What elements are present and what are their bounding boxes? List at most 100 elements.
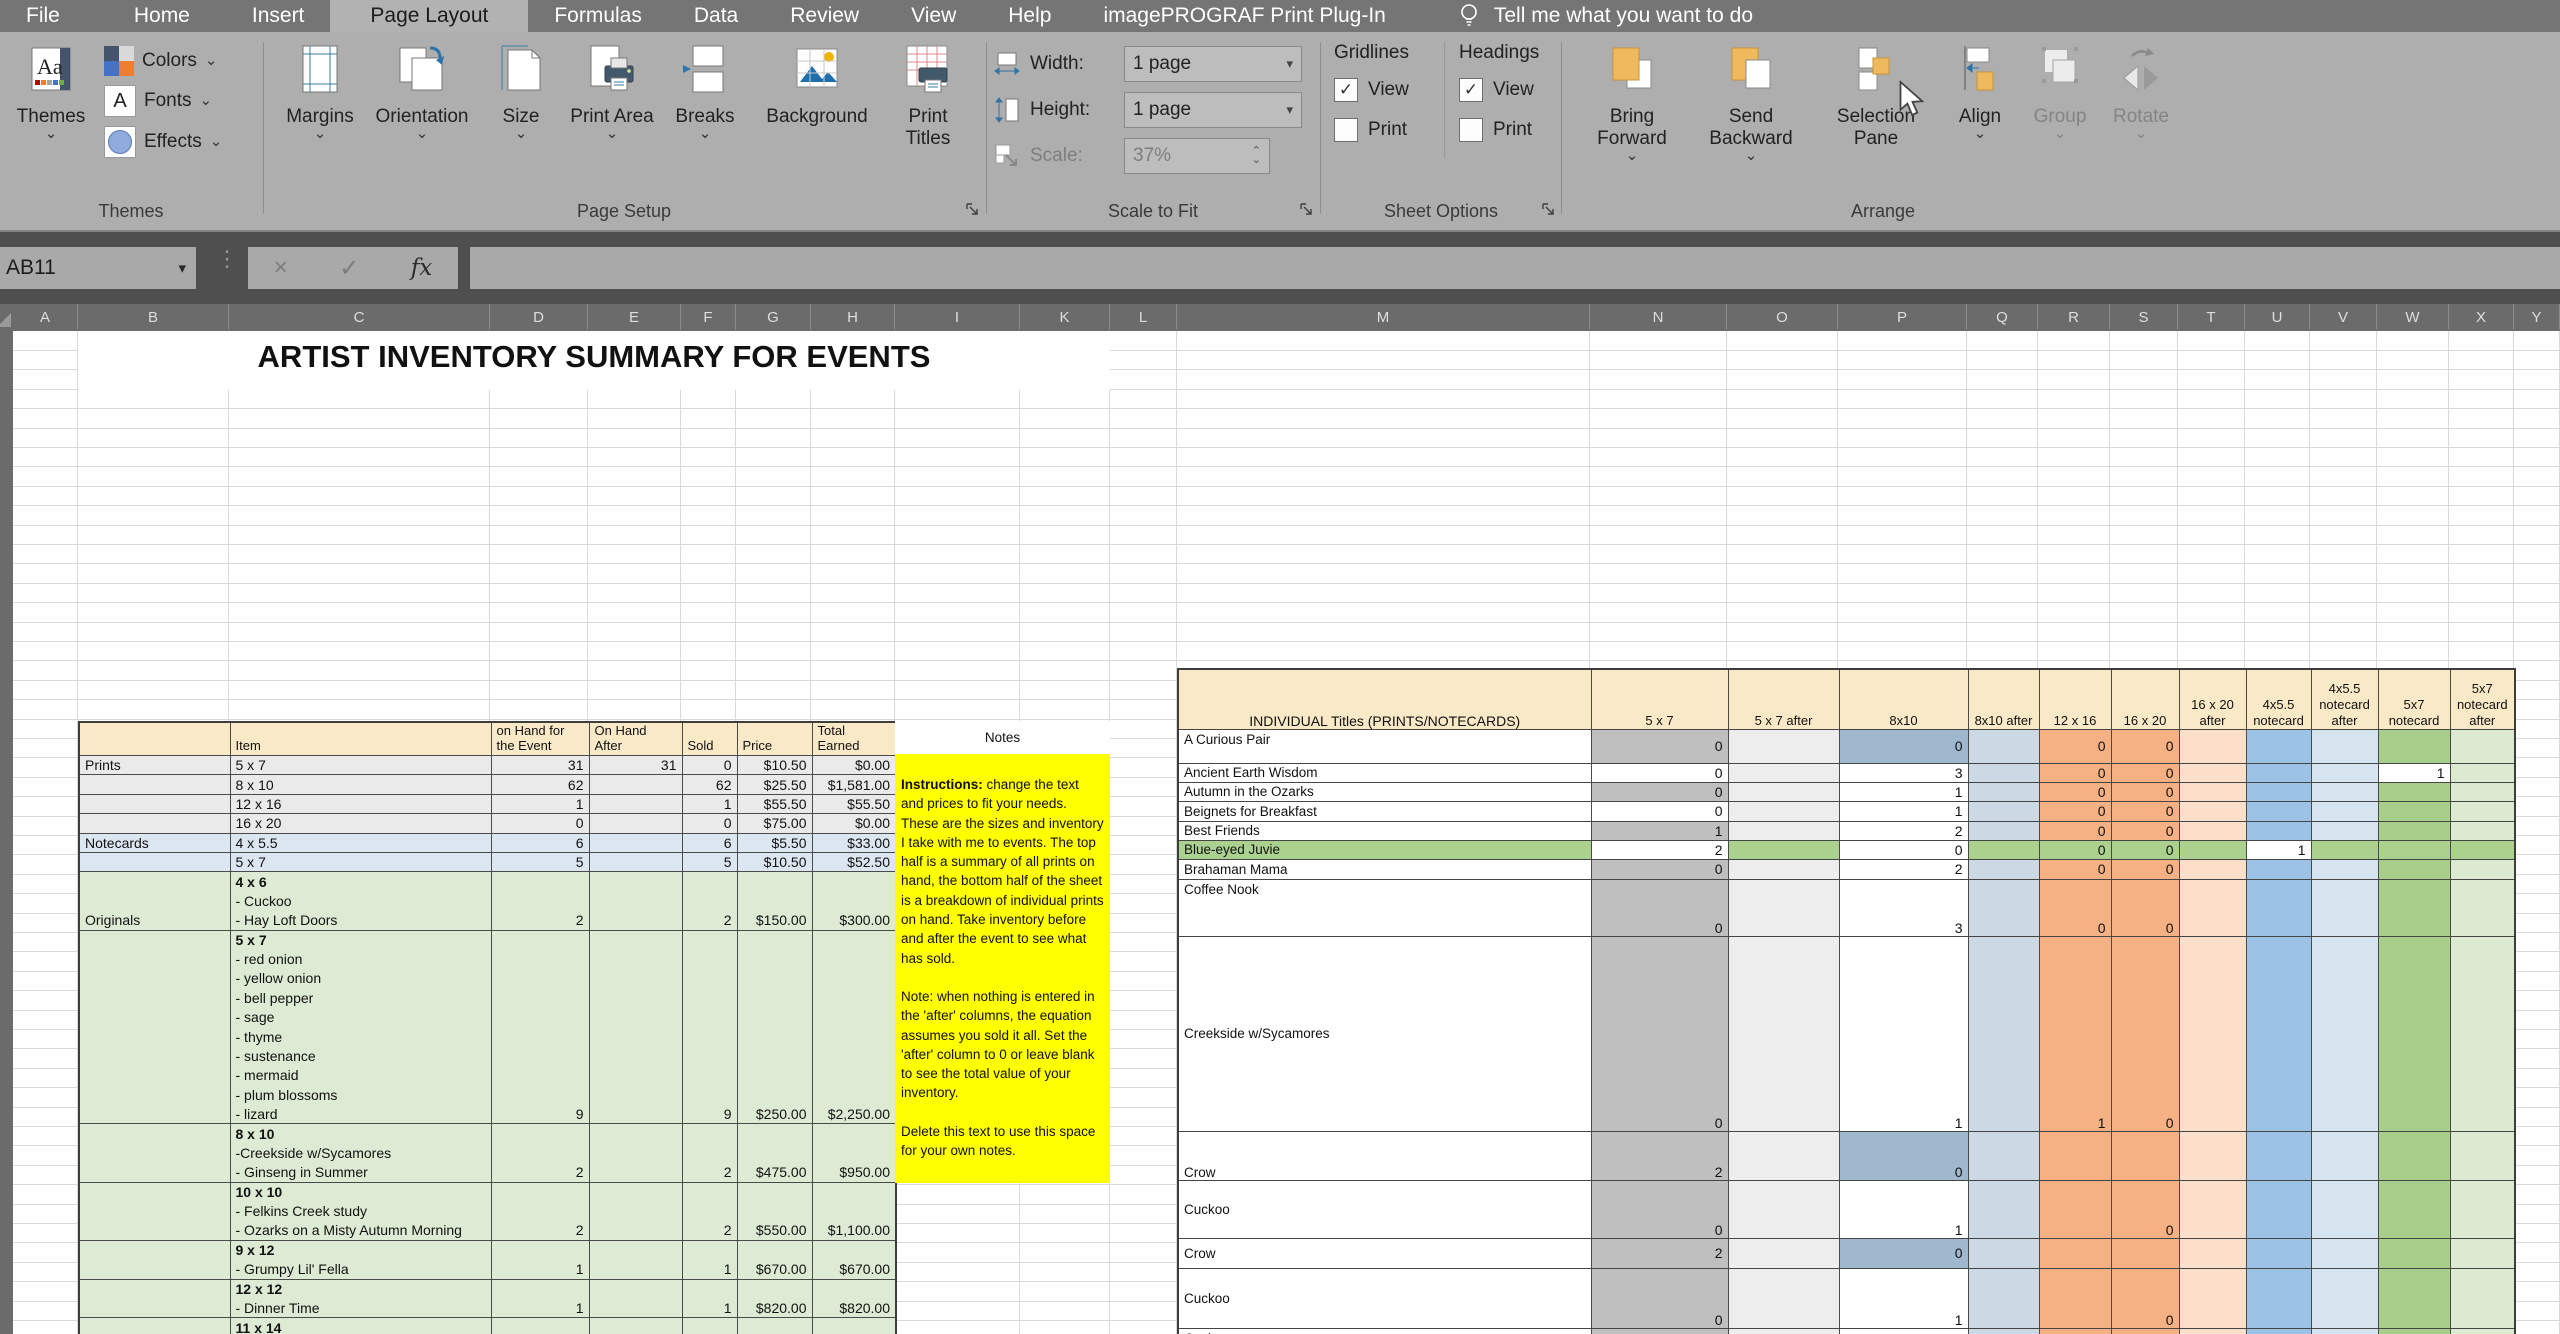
count-cell[interactable] xyxy=(2246,1268,2311,1328)
count-cell[interactable] xyxy=(2179,1131,2246,1180)
count-cell[interactable]: 0 xyxy=(1591,879,1728,936)
item-label[interactable]: - lizard xyxy=(230,1105,491,1124)
earned-value[interactable]: $2,250.00 xyxy=(812,1105,896,1124)
column-header-W[interactable]: W xyxy=(2377,304,2449,330)
formula-input[interactable] xyxy=(470,247,2560,289)
sold-value[interactable] xyxy=(682,1124,737,1143)
margins-button[interactable]: Margins⌄ xyxy=(274,44,366,140)
earned-value[interactable] xyxy=(812,1046,896,1065)
headings-print-checkbox[interactable]: Print xyxy=(1459,118,1559,142)
price-value[interactable] xyxy=(737,1008,812,1027)
column-header-X[interactable]: X xyxy=(2449,304,2514,330)
after-value[interactable] xyxy=(589,1085,682,1104)
item-label[interactable]: - Dinner Time xyxy=(230,1298,491,1317)
price-value[interactable] xyxy=(737,969,812,988)
count-cell[interactable] xyxy=(2450,1238,2515,1268)
tab-data[interactable]: Data xyxy=(668,0,764,32)
category-label[interactable]: Prints xyxy=(79,756,230,775)
count-cell[interactable] xyxy=(1728,1180,1839,1238)
earned-value[interactable] xyxy=(812,1008,896,1027)
count-cell[interactable]: 1 xyxy=(2246,840,2311,859)
count-cell[interactable] xyxy=(2311,763,2378,782)
count-cell[interactable] xyxy=(1968,801,2039,821)
count-cell[interactable]: 0 xyxy=(2039,821,2111,840)
earned-value[interactable]: $820.00 xyxy=(812,1298,896,1317)
count-cell[interactable] xyxy=(2378,859,2450,879)
item-label[interactable]: 11 x 14 xyxy=(230,1318,491,1334)
tab-insert[interactable]: Insert xyxy=(226,0,331,32)
column-header-G[interactable]: G xyxy=(736,304,811,330)
category-label[interactable] xyxy=(79,814,230,833)
colors-button[interactable]: Colors⌄ xyxy=(104,46,222,76)
price-value[interactable] xyxy=(737,1124,812,1143)
count-cell[interactable] xyxy=(2378,1238,2450,1268)
count-cell[interactable] xyxy=(2311,1268,2378,1328)
category-label[interactable] xyxy=(79,775,230,794)
count-cell[interactable] xyxy=(2246,729,2311,763)
print-area-button[interactable]: Print Area⌄ xyxy=(564,44,660,140)
sold-value[interactable] xyxy=(682,1182,737,1201)
item-label[interactable]: - plum blossoms xyxy=(230,1085,491,1104)
sold-value[interactable] xyxy=(682,1046,737,1065)
count-cell[interactable] xyxy=(1968,1328,2039,1334)
item-label[interactable]: 5 x 7 xyxy=(230,756,491,775)
count-cell[interactable] xyxy=(2179,1238,2246,1268)
price-value[interactable] xyxy=(737,1201,812,1220)
item-label[interactable]: - sage xyxy=(230,1008,491,1027)
earned-value[interactable] xyxy=(812,1124,896,1143)
on-hand-value[interactable] xyxy=(491,1201,589,1220)
earned-value[interactable] xyxy=(812,1085,896,1104)
column-header-Q[interactable]: Q xyxy=(1967,304,2038,330)
earned-value[interactable] xyxy=(812,969,896,988)
after-value[interactable] xyxy=(589,930,682,949)
item-label[interactable]: 8 x 10 xyxy=(230,1124,491,1143)
earned-value[interactable] xyxy=(812,891,896,910)
count-cell[interactable] xyxy=(2450,1268,2515,1328)
earned-value[interactable] xyxy=(812,1201,896,1220)
sold-value[interactable] xyxy=(682,1201,737,1220)
after-value[interactable]: 31 xyxy=(589,756,682,775)
count-cell[interactable]: 0 xyxy=(2111,729,2179,763)
count-cell[interactable]: 0 xyxy=(2039,859,2111,879)
item-label[interactable]: -Creekside w/Sycamores xyxy=(230,1143,491,1162)
group-button[interactable]: Group⌄ xyxy=(2021,44,2099,140)
category-label[interactable] xyxy=(79,1298,230,1317)
height-combo[interactable]: Height: 1 page▾ xyxy=(994,92,1302,128)
send-backward-button[interactable]: Send Backward⌄ xyxy=(1689,44,1813,162)
count-cell[interactable] xyxy=(2311,936,2378,1131)
count-cell[interactable]: 0 xyxy=(2039,729,2111,763)
sold-value[interactable]: 5 xyxy=(682,852,737,871)
count-cell[interactable] xyxy=(2179,729,2246,763)
earned-value[interactable] xyxy=(812,1066,896,1085)
title-row-label[interactable]: Beignets for Breakfast xyxy=(1178,801,1591,821)
count-cell[interactable] xyxy=(2450,729,2515,763)
category-label[interactable] xyxy=(79,1046,230,1065)
on-hand-value[interactable] xyxy=(491,1124,589,1143)
column-header-A[interactable]: A xyxy=(13,304,78,330)
on-hand-value[interactable] xyxy=(491,1318,589,1334)
earned-value[interactable]: $0.00 xyxy=(812,814,896,833)
title-row-label[interactable]: Brahaman Mama xyxy=(1178,859,1591,879)
on-hand-value[interactable]: 2 xyxy=(491,1221,589,1240)
after-value[interactable] xyxy=(589,1008,682,1027)
after-value[interactable] xyxy=(589,911,682,930)
on-hand-value[interactable] xyxy=(491,1279,589,1298)
item-label[interactable]: - Grumpy Lil' Fella xyxy=(230,1260,491,1279)
sold-value[interactable] xyxy=(682,1027,737,1046)
column-header-S[interactable]: S xyxy=(2110,304,2178,330)
count-cell[interactable]: 0 xyxy=(2111,879,2179,936)
summary-header-0[interactable] xyxy=(79,722,230,756)
category-label[interactable] xyxy=(79,1163,230,1182)
count-cell[interactable] xyxy=(2039,1238,2111,1268)
earned-value[interactable] xyxy=(812,988,896,1007)
size-button[interactable]: Size⌄ xyxy=(480,44,562,140)
category-label[interactable]: Notecards xyxy=(79,833,230,852)
background-button[interactable]: Background xyxy=(750,44,884,128)
count-cell[interactable] xyxy=(2039,1268,2111,1328)
earned-value[interactable]: $1,100.00 xyxy=(812,1221,896,1240)
count-cell[interactable] xyxy=(1968,1238,2039,1268)
sold-value[interactable] xyxy=(682,969,737,988)
category-label[interactable] xyxy=(79,852,230,871)
count-cell[interactable] xyxy=(2179,782,2246,801)
after-value[interactable] xyxy=(589,1260,682,1279)
